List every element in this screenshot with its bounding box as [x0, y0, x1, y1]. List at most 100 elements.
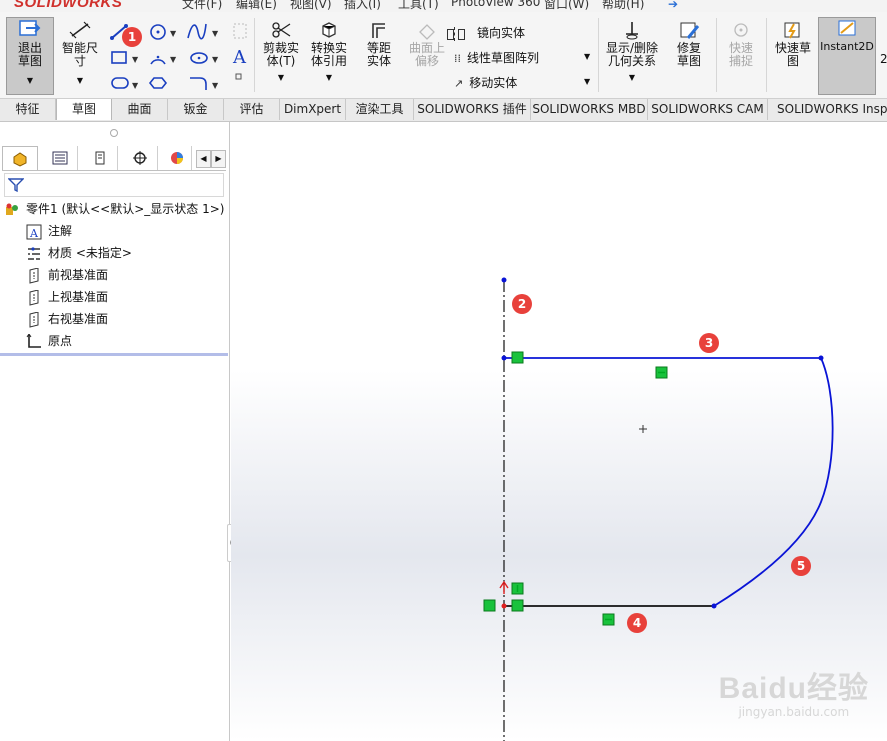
point-icon[interactable]: [235, 73, 242, 80]
graphics-area[interactable]: 2 3 4 5 Baidu经验 jingyan.baidu.com: [231, 122, 887, 741]
spline-icon[interactable]: [187, 23, 207, 40]
filter-icon: [8, 178, 24, 193]
relations-dropdown-icon[interactable]: ▼: [602, 71, 662, 84]
filter-bar[interactable]: [4, 173, 224, 197]
tab-sketch[interactable]: 草图: [56, 99, 112, 120]
bottom-line-end-point[interactable]: [711, 603, 717, 609]
smart-dimension-dropdown-icon[interactable]: ▼: [58, 74, 102, 87]
exit-sketch-dropdown-icon[interactable]: ▼: [7, 74, 53, 87]
instant2d-button[interactable]: Instant2D: [818, 17, 876, 95]
trim-icon: [272, 22, 291, 38]
tree-item-annotations[interactable]: A 注解: [26, 221, 72, 241]
circle-icon[interactable]: [150, 24, 166, 40]
arc-icon[interactable]: [150, 55, 166, 65]
tree-item-top-plane[interactable]: 上视基准面: [26, 287, 108, 307]
coincident-relation-icon[interactable]: [511, 351, 524, 364]
tree-item-right-plane[interactable]: 右视基准面: [26, 309, 108, 329]
linear-pattern-dropdown-icon[interactable]: ▼: [584, 52, 590, 61]
rectangle-icon[interactable]: [111, 51, 127, 64]
dimxpert-icon: [132, 151, 147, 165]
sketch-canvas[interactable]: [231, 122, 887, 741]
fillet-icon[interactable]: [190, 77, 207, 90]
polygon-icon[interactable]: [148, 77, 168, 89]
sketch-spline[interactable]: [713, 357, 834, 607]
top-line-start-point[interactable]: [501, 355, 507, 361]
relations-icon: [626, 22, 638, 40]
quick-snaps-button[interactable]: 快速捕捉: [718, 20, 764, 68]
svg-text:▼: ▼: [212, 55, 219, 64]
tree-item-origin[interactable]: 原点: [26, 331, 72, 351]
origin-point[interactable]: [501, 603, 507, 609]
menu-insert[interactable]: 插入(I): [344, 0, 381, 12]
offset-entities-label: 等距实体: [366, 41, 391, 68]
panel-grip-icon[interactable]: [110, 129, 118, 137]
move-icon: ↗: [454, 77, 464, 90]
move-entities-button[interactable]: ↗ 移动实体: [454, 74, 517, 91]
watermark-brand: Baidu经验: [718, 672, 869, 705]
offset-entities-button[interactable]: 等距实体: [356, 20, 402, 68]
ellipse-icon[interactable]: [190, 52, 208, 64]
trim-dropdown-icon[interactable]: ▼: [258, 71, 304, 84]
exit-sketch-label: 退出草图: [17, 41, 42, 68]
menu-help[interactable]: 帮助(H): [602, 0, 644, 12]
tab-render-tools[interactable]: 渲染工具: [346, 99, 414, 120]
convert-dropdown-icon[interactable]: ▼: [306, 71, 352, 84]
menu-photoview[interactable]: PhotoView 360: [451, 0, 540, 9]
menu-view[interactable]: 视图(V): [290, 0, 332, 12]
repair-sketch-button[interactable]: 修复草图: [666, 20, 712, 68]
tab-features[interactable]: 特征: [0, 99, 56, 120]
convert-entities-button[interactable]: 转换实体引用 ▼: [306, 20, 352, 84]
plane-icon: [26, 310, 42, 328]
rapid-sketch-button[interactable]: 快速草图: [770, 20, 816, 68]
tree-item-front-plane[interactable]: 前视基准面: [26, 265, 108, 285]
tree-item-material[interactable]: 材质 <未指定>: [26, 243, 132, 263]
tabs-scroll-right-icon[interactable]: ▶: [211, 150, 226, 168]
property-manager-icon: [52, 151, 67, 165]
smart-dimension-label: 智能尺寸: [61, 41, 98, 68]
menu-tools[interactable]: 工具(T): [398, 0, 439, 12]
watermark-url: jingyan.baidu.com: [738, 705, 850, 719]
slot-icon[interactable]: [111, 77, 129, 89]
tab-feature-manager[interactable]: [2, 146, 38, 170]
linear-pattern-button[interactable]: ⁞⁞ 线性草图阵列: [454, 49, 539, 66]
tab-solidworks-cam[interactable]: SOLIDWORKS CAM: [648, 99, 768, 120]
tab-solidworks-mbd[interactable]: SOLIDWORKS MBD: [531, 99, 648, 120]
tabs-scroll-left-icon[interactable]: ◀: [196, 150, 211, 168]
convert-entities-icon: [322, 22, 336, 38]
tab-property-manager[interactable]: [42, 146, 78, 170]
menu-file[interactable]: 文件(F): [182, 0, 222, 12]
menu-window[interactable]: 窗口(W): [544, 0, 589, 12]
callout-3: 3: [699, 333, 719, 353]
offset-entities-icon: [372, 23, 385, 38]
merge-relation-icon[interactable]: [483, 599, 496, 612]
tab-evaluate[interactable]: 评估: [224, 99, 280, 120]
exit-sketch-button[interactable]: 退出草图 ▼: [6, 17, 54, 95]
move-dropdown-icon[interactable]: ▼: [584, 77, 590, 86]
pin-icon[interactable]: ➔: [668, 0, 678, 11]
origin-label: 原点: [48, 334, 73, 348]
tab-dimxpert[interactable]: DimXpert: [280, 99, 346, 120]
show-delete-relations-button[interactable]: 显示/删除几何关系 ▼: [602, 20, 662, 84]
trim-entities-button[interactable]: 剪裁实体(T) ▼: [258, 20, 304, 84]
sketch-center-mark: [639, 425, 647, 433]
tab-surfaces[interactable]: 曲面: [112, 99, 168, 120]
tab-solidworks-inspection[interactable]: SOLIDWORKS Inspect: [768, 99, 887, 120]
construction-geometry-icon[interactable]: [233, 23, 247, 39]
offset-on-surface-button[interactable]: 曲面上偏移: [404, 20, 450, 68]
tab-sheet-metal[interactable]: 钣金: [168, 99, 224, 120]
tree-root-part[interactable]: 零件1 (默认<<默认>_显示状态 1>): [4, 199, 224, 219]
tab-display-manager[interactable]: [162, 146, 192, 170]
mirror-entities-button[interactable]: 镜向实体: [447, 24, 526, 41]
tab-configuration-manager[interactable]: [82, 146, 118, 170]
callout-1: 1: [122, 27, 142, 47]
smart-dimension-button[interactable]: 智能尺寸 ▼: [58, 20, 102, 87]
tab-solidworks-addins[interactable]: SOLIDWORKS 插件: [414, 99, 531, 120]
tab-dimxpert-manager[interactable]: [122, 146, 158, 170]
text-icon[interactable]: A: [232, 47, 247, 68]
centerline-endpoint[interactable]: [501, 277, 507, 283]
menu-edit[interactable]: 编辑(E): [236, 0, 277, 12]
offset-on-surface-icon: [419, 24, 435, 40]
origin-coincident-relation-icon[interactable]: [511, 599, 524, 612]
command-manager-ribbon: 退出草图 ▼ 智能尺寸 ▼ ▼ ▼ ▼ ▼ ▼ ▼ ▼ ▼ 1 A: [0, 12, 887, 99]
mirror-label: 镜向实体: [477, 26, 526, 40]
